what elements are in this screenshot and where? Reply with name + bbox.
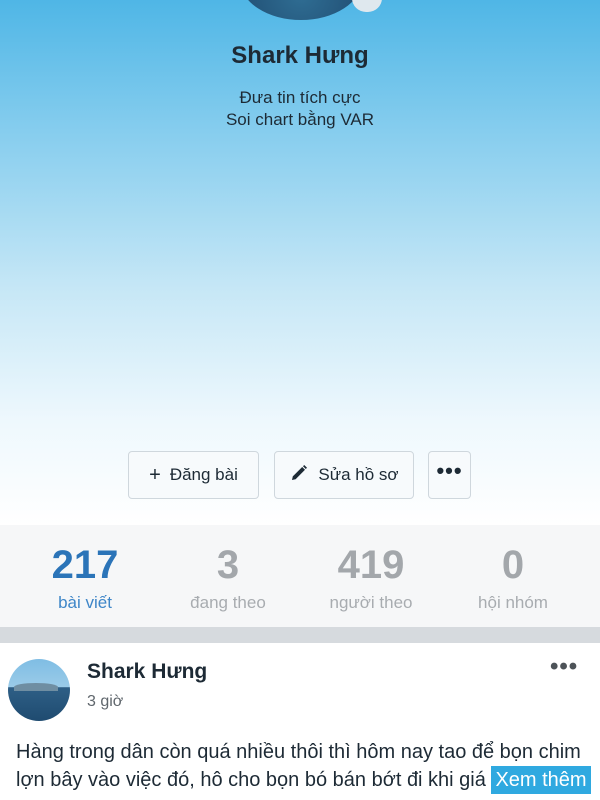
- avatar-island-shape: [14, 683, 58, 691]
- stat-followers-label: người theo: [329, 593, 413, 612]
- post-author-avatar[interactable]: [8, 659, 70, 721]
- post-author-name[interactable]: Shark Hưng: [87, 660, 207, 684]
- more-options-button[interactable]: •••: [428, 451, 471, 499]
- post-menu-icon[interactable]: •••: [550, 653, 578, 681]
- stat-groups-count: 0: [501, 543, 525, 587]
- edit-profile-label: Sửa hồ sơ: [318, 465, 399, 484]
- see-more-link[interactable]: Xem thêm: [491, 766, 591, 794]
- stat-following-label: đang theo: [190, 593, 266, 612]
- avatar-camera-badge[interactable]: [352, 0, 382, 12]
- profile-avatar[interactable]: [240, 0, 362, 20]
- profile-header: Shark Hưng Đưa tin tích cực Soi chart bằ…: [0, 0, 600, 525]
- create-post-label: Đăng bài: [169, 465, 238, 484]
- stat-posts-count: 217: [51, 543, 119, 587]
- stat-groups-label: hội nhóm: [478, 593, 548, 612]
- pencil-icon: [289, 463, 309, 487]
- stat-following-count: 3: [216, 543, 240, 587]
- stat-posts-label: bài viết: [58, 593, 112, 612]
- profile-stats: 217 bài viết 3 đang theo 419 người theo …: [0, 525, 600, 627]
- stat-posts[interactable]: 217 bài viết: [10, 525, 160, 613]
- profile-name: Shark Hưng: [231, 42, 369, 69]
- bio-line-2: Soi chart bằng VAR: [225, 110, 375, 129]
- plus-icon: +: [149, 464, 161, 486]
- stat-groups[interactable]: 0 hội nhóm: [438, 525, 588, 613]
- section-divider: [0, 627, 600, 643]
- post-card[interactable]: Shark Hưng 3 giờ ••• Hàng trong dân còn …: [0, 643, 600, 800]
- create-post-button[interactable]: + Đăng bài: [128, 451, 259, 499]
- post-timestamp: 3 giờ: [87, 693, 124, 710]
- stat-following[interactable]: 3 đang theo: [153, 525, 303, 613]
- profile-page: Shark Hưng Đưa tin tích cực Soi chart bằ…: [0, 0, 600, 800]
- edit-profile-button[interactable]: Sửa hồ sơ: [274, 451, 414, 499]
- more-horizontal-icon: •••: [436, 458, 463, 483]
- stat-followers-count: 419: [337, 543, 405, 587]
- bio-line-1: Đưa tin tích cực: [239, 88, 361, 107]
- post-body: Hàng trong dân còn quá nhiều thôi thì hô…: [16, 738, 596, 794]
- stat-followers[interactable]: 419 người theo: [296, 525, 446, 613]
